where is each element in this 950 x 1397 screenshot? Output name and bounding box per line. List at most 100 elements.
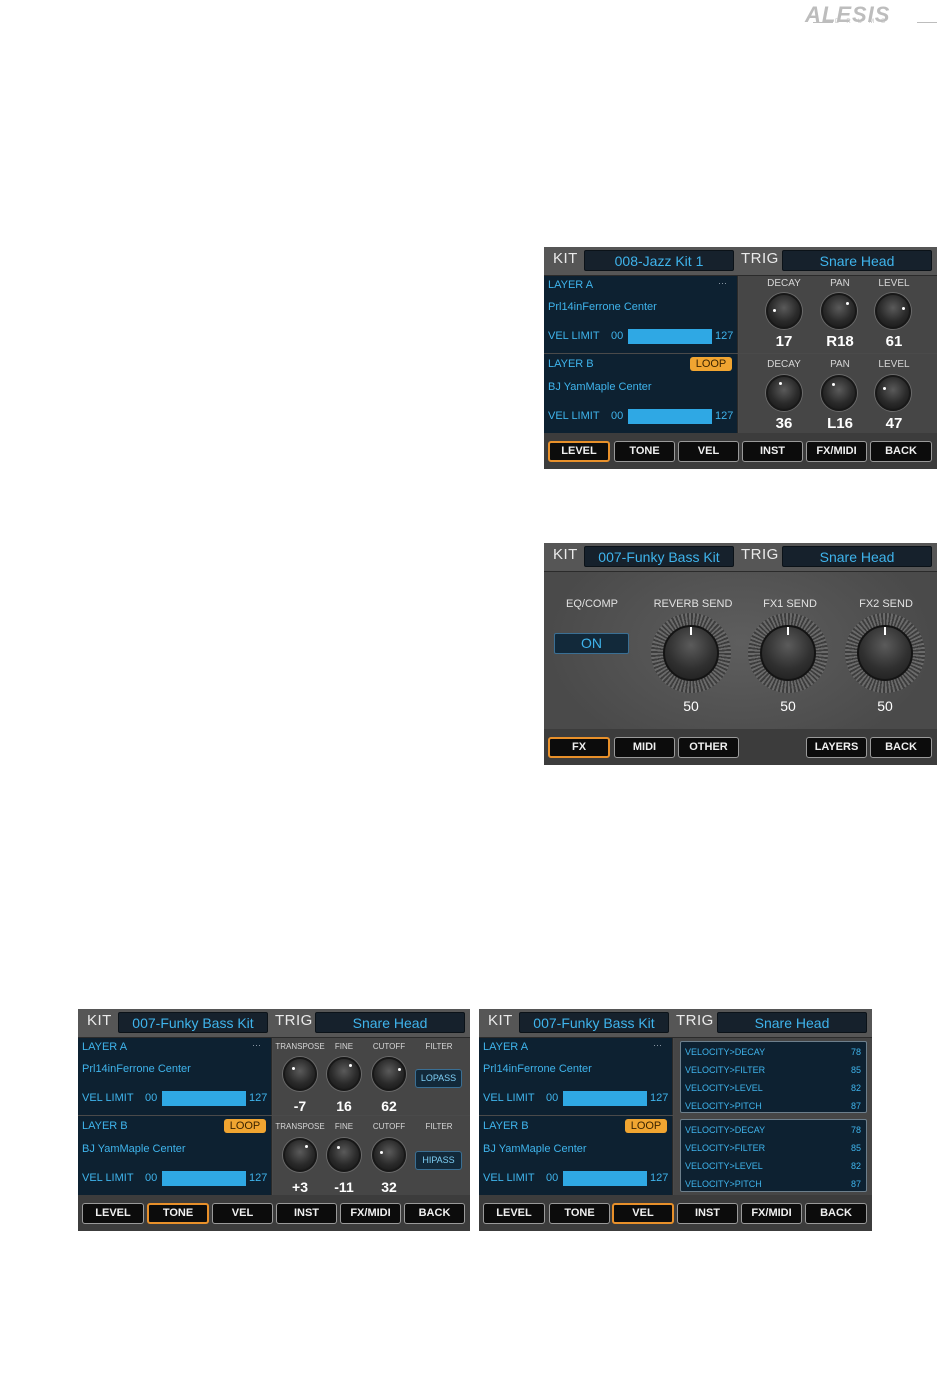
back-button[interactable]: BACK bbox=[870, 441, 932, 462]
more-icon[interactable]: ··· bbox=[718, 278, 727, 288]
midi-button[interactable]: MIDI bbox=[614, 737, 675, 758]
layer-a-instrument[interactable]: Prl14inFerrone Center bbox=[82, 1063, 191, 1075]
fx-button[interactable]: FX bbox=[548, 737, 610, 758]
cutoff-knob[interactable] bbox=[372, 1138, 406, 1172]
eq-comp-toggle[interactable]: ON bbox=[554, 633, 629, 654]
velocity-row[interactable]: VELOCITY>DECAY 78 bbox=[685, 1125, 861, 1135]
vel-limit-min: 00 bbox=[145, 1092, 158, 1104]
fx-midi-button[interactable]: FX/MIDI bbox=[340, 1203, 401, 1224]
alesis-logo: ALESIS DRUMS bbox=[805, 2, 940, 28]
velocity-row[interactable]: VELOCITY>LEVEL 82 bbox=[685, 1083, 861, 1093]
layer-a-panel[interactable]: LAYER A ··· Prl14inFerrone Center VEL LI… bbox=[479, 1038, 673, 1115]
tone-button[interactable]: TONE bbox=[549, 1203, 610, 1224]
inst-button[interactable]: INST bbox=[677, 1203, 738, 1224]
vel-limit-bar[interactable] bbox=[628, 409, 712, 424]
velocity-row-value: 82 bbox=[850, 1083, 861, 1093]
decay-knob[interactable] bbox=[766, 293, 802, 329]
layer-a-title: LAYER A bbox=[548, 279, 594, 291]
fine-knob[interactable] bbox=[327, 1138, 361, 1172]
more-icon[interactable]: ··· bbox=[252, 1040, 261, 1050]
fx-midi-button[interactable]: FX/MIDI bbox=[741, 1203, 802, 1224]
fx1-send-knob[interactable] bbox=[748, 613, 828, 693]
kit-select[interactable]: 008-Jazz Kit 1 bbox=[584, 250, 734, 271]
level-button[interactable]: LEVEL bbox=[483, 1203, 545, 1224]
decay-knob[interactable] bbox=[766, 375, 802, 411]
fine-knob[interactable] bbox=[327, 1057, 361, 1091]
vel-limit-bar[interactable] bbox=[563, 1091, 647, 1106]
layer-b-panel[interactable]: LAYER B LOOP BJ YamMaple Center VEL LIMI… bbox=[78, 1116, 272, 1195]
vel-limit-max: 127 bbox=[650, 1172, 669, 1184]
vel-button[interactable]: VEL bbox=[212, 1203, 273, 1224]
level-button[interactable]: LEVEL bbox=[82, 1203, 144, 1224]
velocity-row[interactable]: VELOCITY>LEVEL 82 bbox=[685, 1161, 861, 1171]
vel-limit-bar[interactable] bbox=[162, 1091, 246, 1106]
loop-badge[interactable]: LOOP bbox=[625, 1119, 667, 1133]
vel-limit-bar[interactable] bbox=[162, 1171, 246, 1186]
vel-button[interactable]: VEL bbox=[612, 1203, 674, 1224]
tone-button[interactable]: TONE bbox=[147, 1203, 209, 1224]
velocity-row[interactable]: VELOCITY>PITCH 87 bbox=[685, 1101, 861, 1111]
layer-a-velocity-list: VELOCITY>DECAY 78 VELOCITY>FILTER 85 VELOC… bbox=[680, 1041, 867, 1113]
more-icon[interactable]: ··· bbox=[653, 1040, 662, 1050]
pan-knob[interactable] bbox=[821, 375, 857, 411]
inst-button[interactable]: INST bbox=[276, 1203, 337, 1224]
trig-select[interactable]: Snare Head bbox=[782, 250, 932, 271]
kit-select[interactable]: 007-Funky Bass Kit bbox=[584, 546, 734, 567]
vel-button[interactable]: VEL bbox=[678, 441, 739, 462]
velocity-row-value: 82 bbox=[850, 1161, 861, 1171]
pan-knob[interactable] bbox=[821, 293, 857, 329]
vel-limit-label: VEL LIMIT bbox=[82, 1092, 134, 1104]
layer-b-panel[interactable]: LAYER B LOOP BJ YamMaple Center VEL LIMI… bbox=[544, 354, 738, 433]
filter-type-button[interactable]: LOPASS bbox=[415, 1069, 462, 1088]
velocity-row[interactable]: VELOCITY>FILTER 85 bbox=[685, 1143, 861, 1153]
velocity-row-value: 85 bbox=[850, 1065, 861, 1075]
kit-select[interactable]: 007-Funky Bass Kit bbox=[519, 1012, 669, 1033]
other-button[interactable]: OTHER bbox=[678, 737, 739, 758]
level-screen: KIT 008-Jazz Kit 1 TRIG Snare Head LAYER… bbox=[544, 247, 937, 469]
level-knob[interactable] bbox=[875, 375, 911, 411]
level-button[interactable]: LEVEL bbox=[548, 441, 610, 462]
layers-button[interactable]: LAYERS bbox=[806, 737, 867, 758]
transpose-knob[interactable] bbox=[283, 1057, 317, 1091]
transpose-knob[interactable] bbox=[283, 1138, 317, 1172]
inst-button[interactable]: INST bbox=[742, 441, 803, 462]
velocity-row-label: VELOCITY>DECAY bbox=[685, 1047, 766, 1057]
vel-limit-bar[interactable] bbox=[563, 1171, 647, 1186]
fx2-send-knob[interactable] bbox=[845, 613, 925, 693]
fx-midi-button[interactable]: FX/MIDI bbox=[806, 441, 867, 462]
vel-limit-bar[interactable] bbox=[628, 329, 712, 344]
loop-badge[interactable]: LOOP bbox=[224, 1119, 266, 1133]
layer-b-knobs: DECAY PAN LEVEL 36 L16 47 bbox=[739, 354, 937, 433]
vel-limit-max: 127 bbox=[249, 1092, 268, 1104]
layer-a-instrument[interactable]: Prl14inFerrone Center bbox=[483, 1063, 592, 1075]
back-button[interactable]: BACK bbox=[870, 737, 932, 758]
layer-b-panel[interactable]: LAYER B LOOP BJ YamMaple Center VEL LIMI… bbox=[479, 1116, 673, 1195]
trig-select[interactable]: Snare Head bbox=[315, 1012, 465, 1033]
trig-select[interactable]: Snare Head bbox=[717, 1012, 867, 1033]
cutoff-knob[interactable] bbox=[372, 1057, 406, 1091]
logo-rule-left bbox=[813, 22, 833, 23]
velocity-row[interactable]: VELOCITY>FILTER 85 bbox=[685, 1065, 861, 1075]
filter-type-button[interactable]: HIPASS bbox=[415, 1151, 462, 1170]
layer-a-panel[interactable]: LAYER A ··· Prl14inFerrone Center VEL LI… bbox=[544, 276, 738, 353]
velocity-row[interactable]: VELOCITY>PITCH 87 bbox=[685, 1179, 861, 1189]
filter-label: FILTER bbox=[425, 1122, 453, 1131]
layer-a-instrument[interactable]: Prl14inFerrone Center bbox=[548, 301, 657, 313]
reverb-send-label: REVERB SEND bbox=[653, 598, 733, 610]
velocity-row[interactable]: VELOCITY>DECAY 78 bbox=[685, 1047, 861, 1057]
screen-header: KIT 007-Funky Bass Kit TRIG Snare Head bbox=[479, 1009, 872, 1038]
layer-b-instrument[interactable]: BJ YamMaple Center bbox=[483, 1143, 587, 1155]
layer-a-panel[interactable]: LAYER A ··· Prl14inFerrone Center VEL LI… bbox=[78, 1038, 272, 1115]
back-button[interactable]: BACK bbox=[805, 1203, 867, 1224]
layer-b-instrument[interactable]: BJ YamMaple Center bbox=[548, 381, 652, 393]
kit-select[interactable]: 007-Funky Bass Kit bbox=[118, 1012, 268, 1033]
trig-select[interactable]: Snare Head bbox=[782, 546, 932, 567]
reverb-send-knob[interactable] bbox=[651, 613, 731, 693]
layer-b-instrument[interactable]: BJ YamMaple Center bbox=[82, 1143, 186, 1155]
knob-label: LEVEL bbox=[878, 359, 910, 370]
loop-badge[interactable]: LOOP bbox=[690, 357, 732, 371]
back-button[interactable]: BACK bbox=[404, 1203, 465, 1224]
tone-button[interactable]: TONE bbox=[614, 441, 675, 462]
fx1-send-value: 50 bbox=[780, 698, 796, 714]
level-knob[interactable] bbox=[875, 293, 911, 329]
